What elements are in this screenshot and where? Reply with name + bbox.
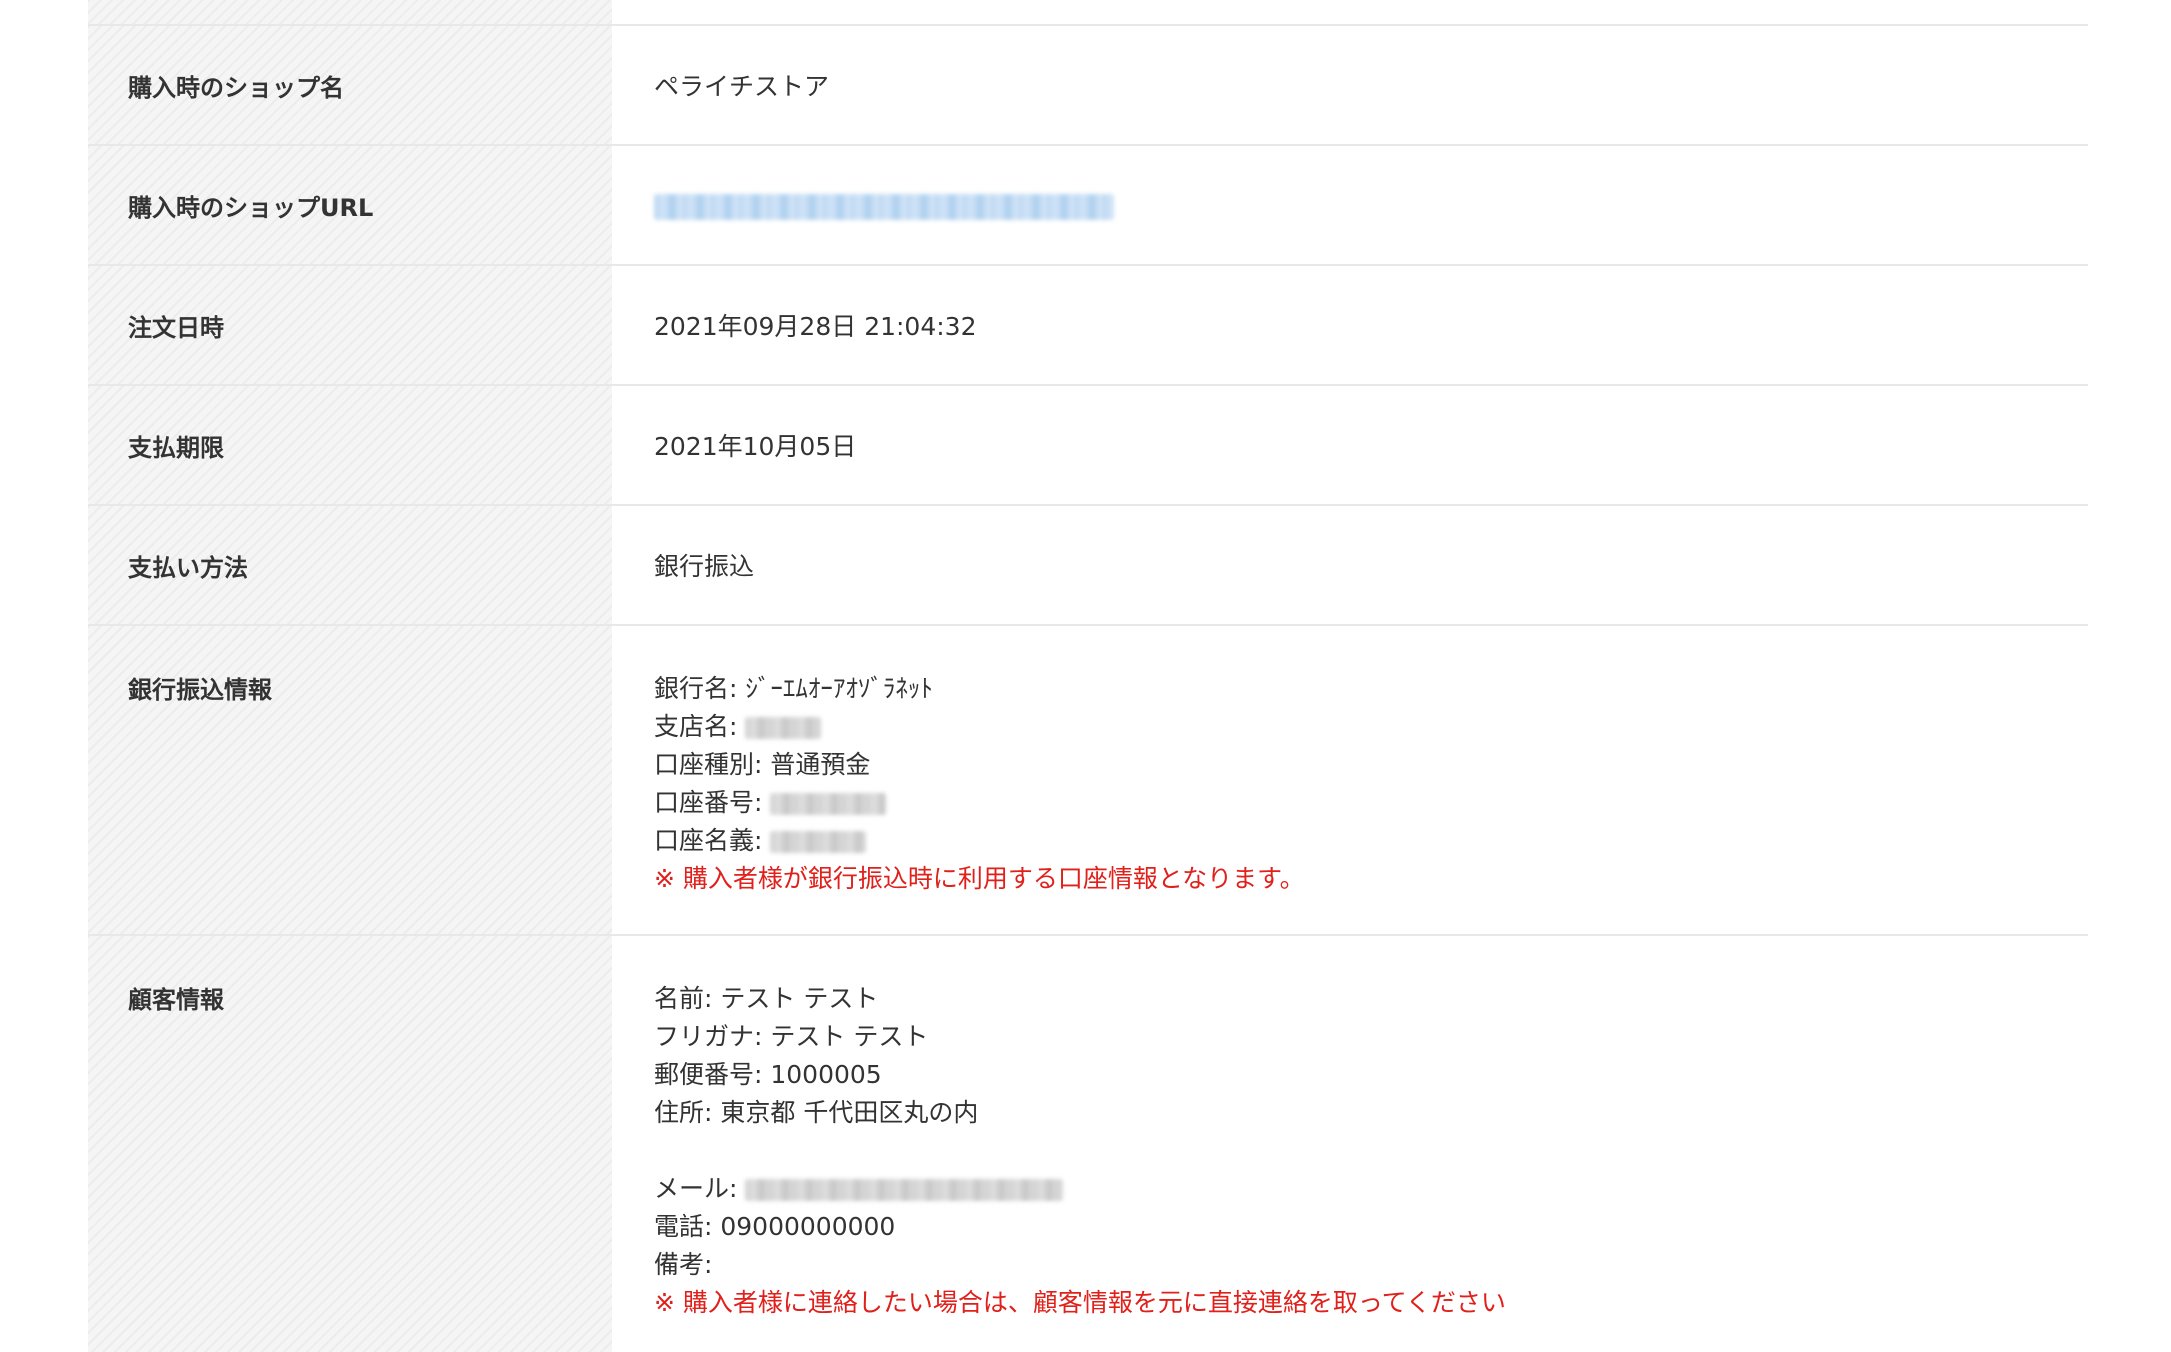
account-number-label: 口座番号: [654,788,763,817]
branch-label: 支店名: [654,712,738,741]
bank-name: 銀行名: ｼﾞｰｴﾑｵｰｱｵｿﾞﾗﾈｯﾄ [654,674,933,703]
redacted-account-number [770,793,887,815]
customer-info-value: 名前: テスト テスト フリガナ: テスト テスト 郵便番号: 1000005 … [612,936,2088,1352]
branch-line: 支店名: [654,708,2088,746]
shop-url-value [612,146,2088,264]
account-number-line: 口座番号: [654,784,2088,822]
payment-deadline-value: 2021年10月05日 [654,432,857,461]
shop-url-label: 購入時のショップURL [88,146,612,264]
customer-note: 備考: [654,1250,713,1279]
bank-info-label: 銀行振込情報 [88,626,612,934]
table-row-top [88,0,2088,26]
account-holder-line: 口座名義: [654,822,2088,860]
customer-name: 名前: テスト テスト [654,984,879,1013]
shop-name-label: 購入時のショップ名 [88,26,612,144]
redacted-email [745,1179,1064,1201]
account-holder-label: 口座名義: [654,826,763,855]
table-value-cell [612,0,2088,24]
customer-info-label: 顧客情報 [88,936,612,1352]
table-row-payment-deadline: 支払期限 2021年10月05日 [88,386,2088,506]
account-type: 口座種別: 普通預金 [654,750,871,779]
table-row-shop-name: 購入時のショップ名 ペライチストア [88,26,2088,146]
order-datetime-value: 2021年09月28日 21:04:32 [654,312,977,341]
table-label-cell [88,0,612,24]
table-row-bank-info: 銀行振込情報 銀行名: ｼﾞｰｴﾑｵｰｱｵｿﾞﾗﾈｯﾄ 支店名: 口座種別: 普… [88,626,2088,936]
redacted-account-holder [770,831,867,853]
order-detail-table: 購入時のショップ名 ペライチストア 購入時のショップURL 注文日時 2021年… [88,0,2088,1352]
customer-postal-code: 郵便番号: 1000005 [654,1060,882,1089]
bank-info-notice: ※ 購入者様が銀行振込時に利用する口座情報となります。 [654,864,1305,893]
order-datetime-label: 注文日時 [88,266,612,384]
table-row-order-datetime: 注文日時 2021年09月28日 21:04:32 [88,266,2088,386]
table-row-payment-method: 支払い方法 銀行振込 [88,506,2088,626]
bank-info-value: 銀行名: ｼﾞｰｴﾑｵｰｱｵｿﾞﾗﾈｯﾄ 支店名: 口座種別: 普通預金 口座番… [612,626,2088,934]
payment-method-label: 支払い方法 [88,506,612,624]
payment-deadline-label: 支払期限 [88,386,612,504]
redacted-branch [745,717,822,739]
customer-info-notice: ※ 購入者様に連絡したい場合は、顧客情報を元に直接連絡を取ってください [654,1288,1506,1317]
customer-address: 住所: 東京都 千代田区丸の内 [654,1098,979,1127]
table-row-customer-info: 顧客情報 名前: テスト テスト フリガナ: テスト テスト 郵便番号: 100… [88,936,2088,1352]
customer-furigana: フリガナ: テスト テスト [654,1022,929,1051]
table-row-shop-url: 購入時のショップURL [88,146,2088,266]
shop-url-link[interactable] [654,191,1114,220]
payment-method-value: 銀行振込 [654,552,755,581]
customer-phone: 電話: 09000000000 [654,1212,896,1241]
redacted-url [654,193,1114,220]
customer-email-line: メール: [654,1170,2088,1208]
shop-name-value: ペライチストア [654,72,830,101]
customer-email-label: メール: [654,1174,738,1203]
